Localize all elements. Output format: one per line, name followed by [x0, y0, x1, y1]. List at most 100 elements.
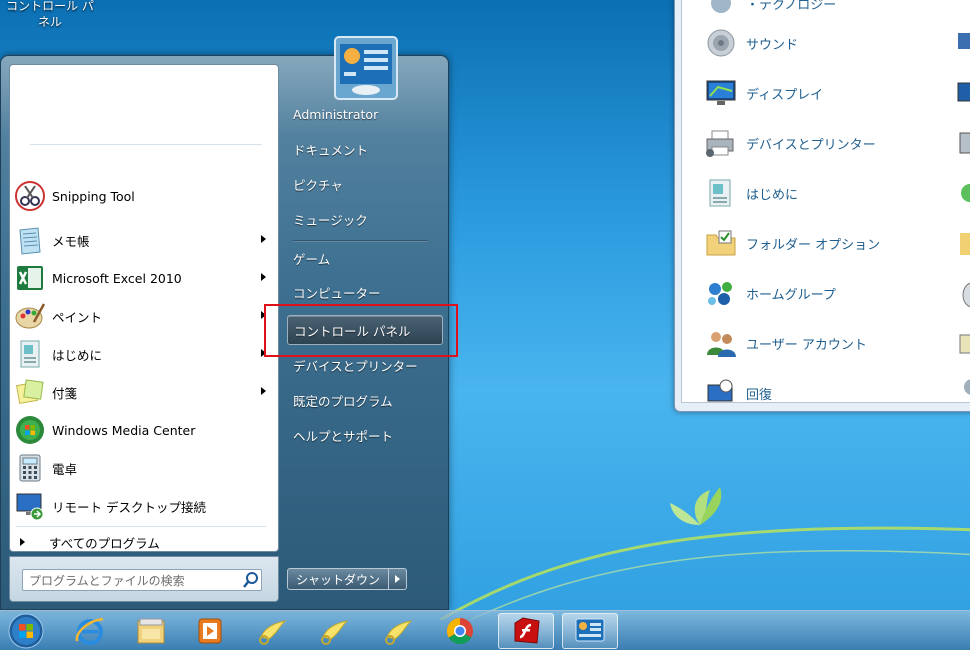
right-item-documents[interactable]: ドキュメント: [287, 134, 443, 164]
programs-pane: Snipping Tool メモ帳 Microsoft Excel 2010 ペ…: [9, 64, 279, 552]
submenu-arrow-icon[interactable]: [261, 387, 266, 395]
search-input[interactable]: プログラムとファイルの検索: [22, 569, 262, 591]
cp-item-label: ホームグループ: [746, 287, 836, 303]
program-media-center[interactable]: Windows Media Center: [14, 412, 274, 448]
shutdown-group: シャットダウン: [287, 568, 408, 592]
program-label: Snipping Tool: [52, 188, 135, 204]
getting-started-icon: [20, 340, 40, 368]
control-panel-icon: [575, 618, 605, 642]
control-panel-window: ・テクノロジー サウンド ディスプレイ デバイスとプリンター はじめに フォルダ…: [674, 0, 970, 412]
cp-item-recovery[interactable]: 回復: [704, 375, 772, 411]
media-player-icon: [198, 618, 222, 644]
cp-item-getting-started[interactable]: はじめに: [704, 175, 798, 211]
cp-item-label: デバイスとプリンター: [746, 137, 876, 153]
program-label: ペイント: [52, 309, 103, 325]
all-programs-button[interactable]: すべてのプログラム: [20, 531, 160, 553]
program-excel[interactable]: Microsoft Excel 2010: [14, 260, 274, 296]
right-item-games[interactable]: ゲーム: [287, 243, 443, 273]
program-sticky-notes[interactable]: 付箋: [14, 374, 274, 410]
tech-icon: [711, 0, 731, 13]
taskbar-chrome[interactable]: [432, 613, 488, 649]
taskbar-settings-icon: [959, 334, 970, 354]
cp-item-user-accounts[interactable]: ユーザー アカウント: [704, 325, 867, 361]
search-icon[interactable]: [241, 570, 261, 590]
program-label: Windows Media Center: [52, 422, 196, 438]
cp-item-homegroup[interactable]: ホームグループ: [704, 275, 836, 311]
cp-item-folder-options[interactable]: フォルダー オプション: [704, 225, 880, 261]
taskbar-ie[interactable]: [62, 613, 118, 649]
program-remote-desktop[interactable]: リモート デスクトップ接続: [14, 488, 274, 524]
divider: [16, 526, 266, 527]
user-picture-icon[interactable]: [334, 36, 398, 100]
calculator-icon: [19, 454, 41, 482]
search-area: プログラムとファイルの検索: [9, 556, 279, 602]
internet-explorer-icon: [75, 617, 104, 645]
right-item-pictures[interactable]: ピクチャ: [287, 169, 443, 199]
arrow-right-icon: [20, 538, 25, 546]
taskbar: [0, 610, 970, 650]
cp-item-technology[interactable]: ・テクノロジー: [704, 0, 836, 21]
right-item-computer[interactable]: コンピューター: [287, 277, 443, 307]
arrow-right-icon: [395, 575, 401, 583]
folder-options-icon: [706, 230, 736, 256]
excel-icon: [17, 266, 43, 290]
speaker-icon: [707, 29, 735, 57]
divider: [30, 144, 262, 145]
cp-item-label: はじめに: [746, 187, 799, 203]
all-programs-label: すべてのプログラム: [49, 535, 160, 551]
taskbar-control-panel[interactable]: [562, 613, 618, 649]
user-accounts-icon: [707, 332, 736, 357]
taskbar-explorer[interactable]: [123, 613, 179, 649]
file-explorer-icon: [137, 618, 165, 644]
chrome-icon: [446, 617, 473, 645]
program-label: はじめに: [52, 347, 103, 363]
search-placeholder: プログラムとファイルの検索: [29, 573, 185, 588]
program-calculator[interactable]: 電卓: [14, 450, 274, 486]
submenu-arrow-icon[interactable]: [261, 235, 266, 243]
program-snipping-tool[interactable]: Snipping Tool: [14, 178, 274, 214]
app-icon: [259, 620, 287, 645]
cp-item-display[interactable]: ディスプレイ: [704, 75, 823, 111]
sticky-notes-icon: [15, 379, 44, 405]
app-icon: [385, 620, 413, 645]
cp-item-sound[interactable]: サウンド: [704, 25, 798, 61]
submenu-arrow-icon[interactable]: [261, 273, 266, 281]
gear-icon: [964, 379, 970, 395]
homegroup-icon: [708, 282, 732, 305]
program-paint[interactable]: ペイント: [14, 298, 274, 334]
cp-item-devices-printers[interactable]: デバイスとプリンター: [704, 125, 876, 161]
cp-item-label: サウンド: [746, 37, 799, 53]
shutdown-button[interactable]: シャットダウン: [287, 568, 390, 590]
start-orb-icon[interactable]: [4, 612, 48, 650]
desktop-icon-label[interactable]: コントロール パネル: [2, 0, 98, 30]
taskbar-flash[interactable]: [498, 613, 554, 649]
monitor-icon: [957, 82, 970, 102]
media-center-icon: [16, 416, 44, 444]
cp-item-label: ディスプレイ: [746, 87, 824, 103]
program-notepad[interactable]: メモ帳: [14, 222, 274, 258]
scissors-icon: [15, 181, 45, 211]
notepad-icon: [19, 227, 41, 255]
right-item-help-support[interactable]: ヘルプとサポート: [287, 420, 443, 450]
app-icon: [321, 620, 349, 645]
taskbar-media-player[interactable]: [182, 613, 238, 649]
network-icon: [958, 33, 970, 49]
flash-icon: [514, 617, 540, 644]
program-label: 電卓: [52, 461, 78, 477]
right-item-default-programs[interactable]: 既定のプログラム: [287, 385, 443, 415]
right-item-administrator[interactable]: Administrator: [287, 99, 443, 129]
program-label: 付箋: [52, 385, 78, 401]
taskbar-app-2[interactable]: [306, 613, 362, 649]
control-panel-content: ・テクノロジー サウンド ディスプレイ デバイスとプリンター はじめに フォルダ…: [681, 0, 970, 403]
right-item-music[interactable]: ミュージック: [287, 204, 443, 234]
program-label: メモ帳: [52, 233, 90, 249]
sync-icon: [961, 184, 970, 202]
taskbar-app-1[interactable]: [244, 613, 300, 649]
getting-started-icon: [709, 179, 731, 207]
printer-icon: [706, 130, 734, 157]
shutdown-options-button[interactable]: [389, 568, 408, 590]
cp-item-label: フォルダー オプション: [746, 237, 881, 253]
program-getting-started[interactable]: はじめに: [14, 336, 274, 372]
wallpaper-swoosh: [440, 487, 970, 620]
taskbar-app-3[interactable]: [370, 613, 426, 649]
